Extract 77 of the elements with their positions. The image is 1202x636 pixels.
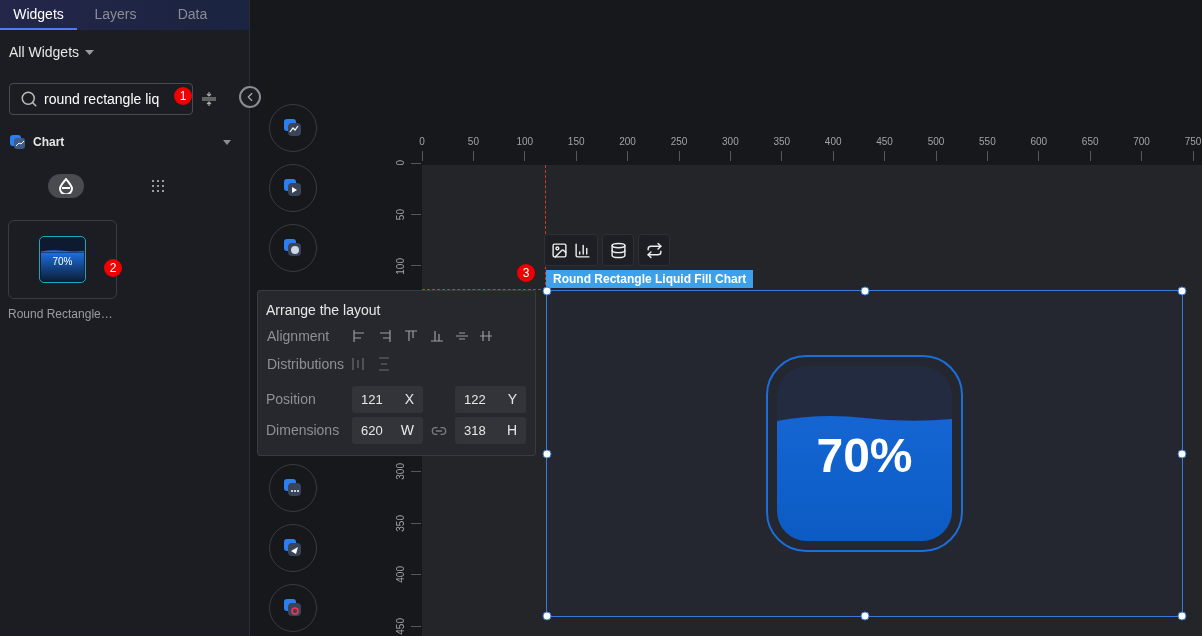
ruler-label: 550 (979, 136, 996, 148)
field-unit: W (400, 421, 414, 440)
field-value: 121 (361, 390, 383, 409)
ruler-label: 0 (419, 136, 425, 148)
number-field[interactable]: 121 X (352, 386, 423, 413)
droplet-icon (59, 178, 73, 194)
resize-handle[interactable] (542, 449, 552, 458)
ruler-label: 200 (619, 136, 636, 148)
ruler-label: 400 (824, 136, 842, 148)
ruler-label: 0 (395, 160, 407, 166)
sidebar-tab[interactable]: Widgets (0, 0, 77, 30)
ruler-label: 50 (395, 208, 407, 220)
collapse-button[interactable] (239, 86, 261, 108)
droplet-filter-tab[interactable] (48, 174, 84, 198)
ruler-label: 100 (395, 257, 407, 275)
ruler-label: 100 (516, 136, 534, 148)
chart-category-icon (10, 134, 26, 150)
row-label: Position (266, 390, 317, 409)
ruler-label: 500 (927, 136, 945, 148)
chart-toolbar-button[interactable] (544, 234, 598, 266)
ruler-label: 350 (773, 136, 791, 148)
ruler-label: 650 (1081, 136, 1099, 148)
field-unit: H (506, 421, 517, 440)
database-button[interactable] (602, 234, 634, 266)
resize-handle[interactable] (1177, 286, 1187, 296)
ruler-label: 450 (876, 136, 893, 148)
panel-title: Arrange the layout (266, 301, 382, 319)
distributions-label: Distributions (266, 354, 346, 374)
caret-icon[interactable] (223, 139, 231, 145)
swap-button[interactable] (638, 234, 670, 266)
number-field[interactable]: 318 H (455, 417, 526, 444)
sidebar-tab[interactable]: Layers (77, 0, 154, 30)
field-unit: X (404, 390, 414, 409)
ruler-label: 600 (1030, 136, 1048, 148)
widget-label: Round Rectangle… (8, 306, 114, 323)
selection-title: Round Rectangle Liquid Fill Chart (546, 270, 754, 288)
field-unit: Y (507, 390, 517, 409)
resize-handle[interactable] (542, 286, 552, 296)
resize-handle[interactable] (1177, 611, 1187, 621)
image-icon (551, 241, 568, 259)
ruler-label: 400 (395, 566, 407, 583)
step-badge: 2 (104, 259, 122, 277)
ruler-label: 700 (1133, 136, 1150, 148)
liquid-wave-drawing (41, 250, 84, 253)
search-icon (20, 90, 38, 108)
alignment-label: Alignment (266, 326, 331, 346)
field-value: 318 (464, 421, 486, 440)
ruler-label: 150 (567, 136, 585, 148)
step-badge: 1 (174, 87, 192, 105)
ruler-label: 350 (395, 514, 407, 532)
chart-value: 70% (816, 431, 913, 480)
thumbnail-value: 70% (52, 256, 73, 267)
ruler-label: 750 (1184, 136, 1202, 148)
search-input[interactable]: round rectangle liq (44, 88, 164, 110)
field-value: 620 (361, 421, 383, 440)
sidebar-tab[interactable]: Data (154, 0, 231, 30)
ruler-label: 450 (395, 617, 407, 635)
swap-icon (645, 241, 663, 259)
row-label: Dimensions (266, 421, 341, 440)
caret-icon (85, 50, 95, 55)
resize-handle[interactable] (1177, 449, 1187, 458)
resize-handle[interactable] (860, 286, 869, 296)
database-icon (609, 241, 627, 259)
group-label: Chart (33, 134, 65, 151)
ruler-label: 50 (467, 136, 479, 148)
bar-chart-icon (574, 241, 591, 259)
resize-handle[interactable] (542, 611, 552, 621)
category-dropdown[interactable]: All Widgets (9, 42, 95, 63)
resize-handle[interactable] (860, 611, 869, 621)
field-value: 122 (464, 390, 486, 409)
grid-icon (151, 179, 165, 193)
ruler-label: 300 (722, 136, 739, 148)
number-field[interactable]: 620 W (352, 417, 423, 444)
filter-icon[interactable] (201, 91, 217, 107)
number-field[interactable]: 122 Y (455, 386, 526, 413)
ruler-label: 250 (670, 136, 688, 148)
ruler-label: 300 (395, 463, 407, 481)
